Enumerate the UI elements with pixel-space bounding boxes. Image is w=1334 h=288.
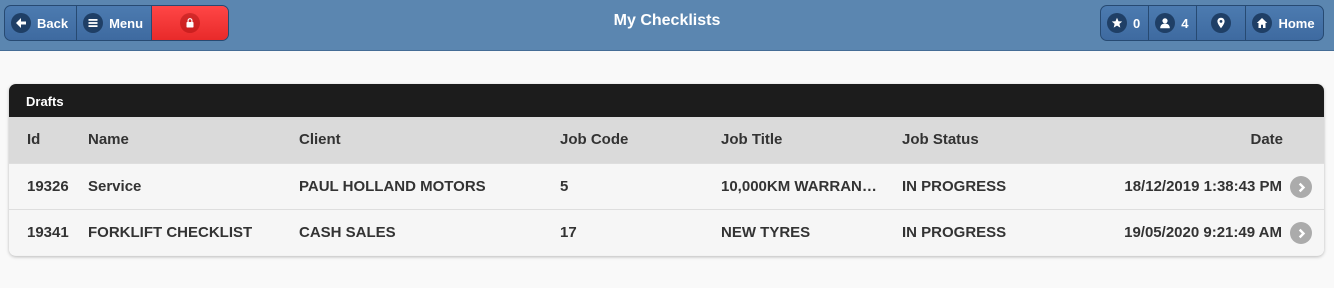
cell-job-title: 10,000KM WARRAN… [721,178,877,195]
cell-job-status: IN PROGRESS [902,178,1007,195]
cell-id: 19326 [27,178,69,195]
header-bar: Back Menu My Checklists 0 4 Home [0,0,1334,51]
cell-client: CASH SALES [299,224,396,241]
location-pin-icon [1211,13,1232,33]
column-header-id[interactable]: Id [27,131,40,148]
column-header-client[interactable]: Client [299,131,341,148]
user-icon [1155,13,1176,33]
users-count: 4 [1181,15,1189,31]
cell-name: Service [88,178,142,195]
table-row[interactable]: 19326 Service PAUL HOLLAND MOTORS 5 10,0… [9,163,1324,209]
cell-job-status: IN PROGRESS [902,224,1007,241]
column-header-job-status[interactable]: Job Status [902,131,979,148]
cell-job-code: 5 [560,178,569,195]
cell-client: PAUL HOLLAND MOTORS [299,178,486,195]
favorites-count: 0 [1133,15,1141,31]
cell-id: 19341 [27,224,69,241]
home-button[interactable]: Home [1246,6,1322,40]
column-header-date[interactable]: Date [1250,131,1283,148]
drafts-title: Drafts [9,84,1324,117]
cell-name: FORKLIFT CHECKLIST [88,224,253,241]
chevron-right-icon[interactable] [1290,222,1312,244]
table-row[interactable]: 19341 FORKLIFT CHECKLIST CASH SALES 17 N… [9,209,1324,255]
chevron-right-icon[interactable] [1290,176,1312,198]
column-header-job-title[interactable]: Job Title [721,131,891,148]
location-button[interactable] [1197,6,1247,40]
cell-job-code: 17 [560,224,577,241]
column-header-name[interactable]: Name [88,131,129,148]
cell-date: 19/05/2020 9:21:49 AM [1124,224,1282,241]
star-icon [1107,13,1127,33]
home-label: Home [1278,15,1315,31]
column-header-job-code[interactable]: Job Code [560,131,628,148]
drafts-panel: Drafts Id Name Client Job Code Job Title… [9,84,1324,256]
table-header: Id Name Client Job Code Job Title Job St… [9,117,1324,163]
users-button[interactable]: 4 [1149,6,1198,40]
cell-job-title: NEW TYRES [721,224,811,241]
right-button-group: 0 4 Home [1100,5,1324,41]
favorites-button[interactable]: 0 [1101,6,1150,40]
cell-date: 18/12/2019 1:38:43 PM [1124,178,1282,195]
home-icon [1252,13,1273,33]
